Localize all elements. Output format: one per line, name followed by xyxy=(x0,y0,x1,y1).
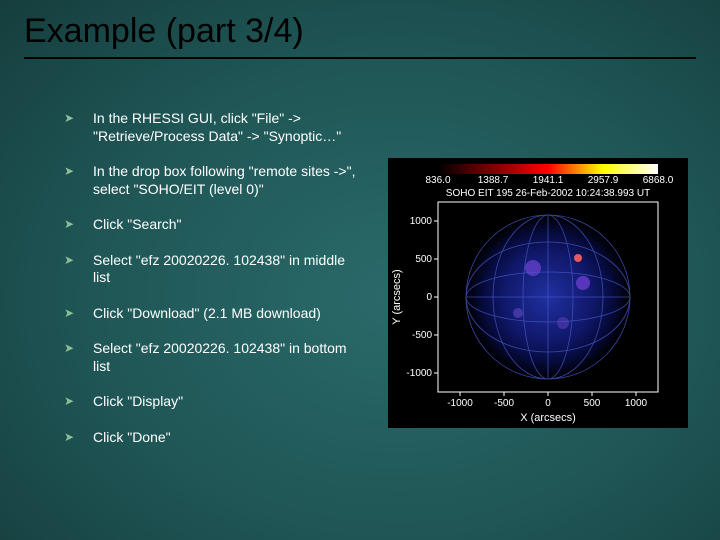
list-item-text: In the RHESSI GUI, click "File" -> "Retr… xyxy=(93,110,356,145)
list-item-text: Select "efz 20020226. 102438" in middle … xyxy=(93,252,356,287)
bullet-icon: ➤ xyxy=(64,429,79,446)
bullet-icon: ➤ xyxy=(64,252,79,269)
list-item: ➤ In the RHESSI GUI, click "File" -> "Re… xyxy=(66,110,356,145)
bullet-icon: ➤ xyxy=(64,305,79,322)
list-item: ➤ Click "Download" (2.1 MB download) xyxy=(66,305,356,323)
colorbar-tick: 836.0 xyxy=(425,175,450,186)
bullet-icon: ➤ xyxy=(64,163,79,180)
colorbar-tick: 1388.7 xyxy=(478,175,509,186)
list-item: ➤ Select "efz 20020226. 102438" in middl… xyxy=(66,252,356,287)
bullet-icon: ➤ xyxy=(64,393,79,410)
bullet-icon: ➤ xyxy=(64,340,79,357)
list-item-text: Click "Done" xyxy=(93,429,356,447)
x-tick: 1000 xyxy=(625,398,648,409)
figure-title: SOHO EIT 195 26-Feb-2002 10:24:38.993 UT xyxy=(446,188,650,199)
y-tick: -500 xyxy=(412,330,432,341)
y-tick: 0 xyxy=(426,292,432,303)
solar-image-figure: 836.0 1388.7 1941.1 2957.9 6868.0 SOHO E… xyxy=(388,158,688,428)
list-item: ➤ Click "Search" xyxy=(66,216,356,234)
figure-ylabel: Y (arcsecs) xyxy=(391,269,403,324)
bullet-icon: ➤ xyxy=(64,110,79,127)
x-tick: 0 xyxy=(545,398,551,409)
y-tick: -1000 xyxy=(406,368,432,379)
colorbar-tick: 6868.0 xyxy=(643,175,674,186)
y-tick: 500 xyxy=(415,254,432,265)
slide: Example (part 3/4) ➤ In the RHESSI GUI, … xyxy=(0,0,720,540)
list-item-text: In the drop box following "remote sites … xyxy=(93,163,356,198)
slide-title: Example (part 3/4) xyxy=(24,12,696,59)
x-tick: -500 xyxy=(494,398,514,409)
bullet-list: ➤ In the RHESSI GUI, click "File" -> "Re… xyxy=(66,110,356,464)
figure-xlabel: X (arcsecs) xyxy=(520,412,576,424)
list-item-text: Click "Search" xyxy=(93,216,356,234)
colorbar-tick: 2957.9 xyxy=(588,175,619,186)
colorbar-tick: 1941.1 xyxy=(533,175,564,186)
list-item: ➤ Select "efz 20020226. 102438" in botto… xyxy=(66,340,356,375)
list-item: ➤ In the drop box following "remote site… xyxy=(66,163,356,198)
list-item: ➤ Click "Display" xyxy=(66,393,356,411)
list-item-text: Click "Download" (2.1 MB download) xyxy=(93,305,356,323)
list-item-text: Select "efz 20020226. 102438" in bottom … xyxy=(93,340,356,375)
bullet-icon: ➤ xyxy=(64,216,79,233)
list-item-text: Click "Display" xyxy=(93,393,356,411)
x-tick: -1000 xyxy=(447,398,473,409)
x-tick: 500 xyxy=(584,398,601,409)
list-item: ➤ Click "Done" xyxy=(66,429,356,447)
y-tick: 1000 xyxy=(410,216,433,227)
